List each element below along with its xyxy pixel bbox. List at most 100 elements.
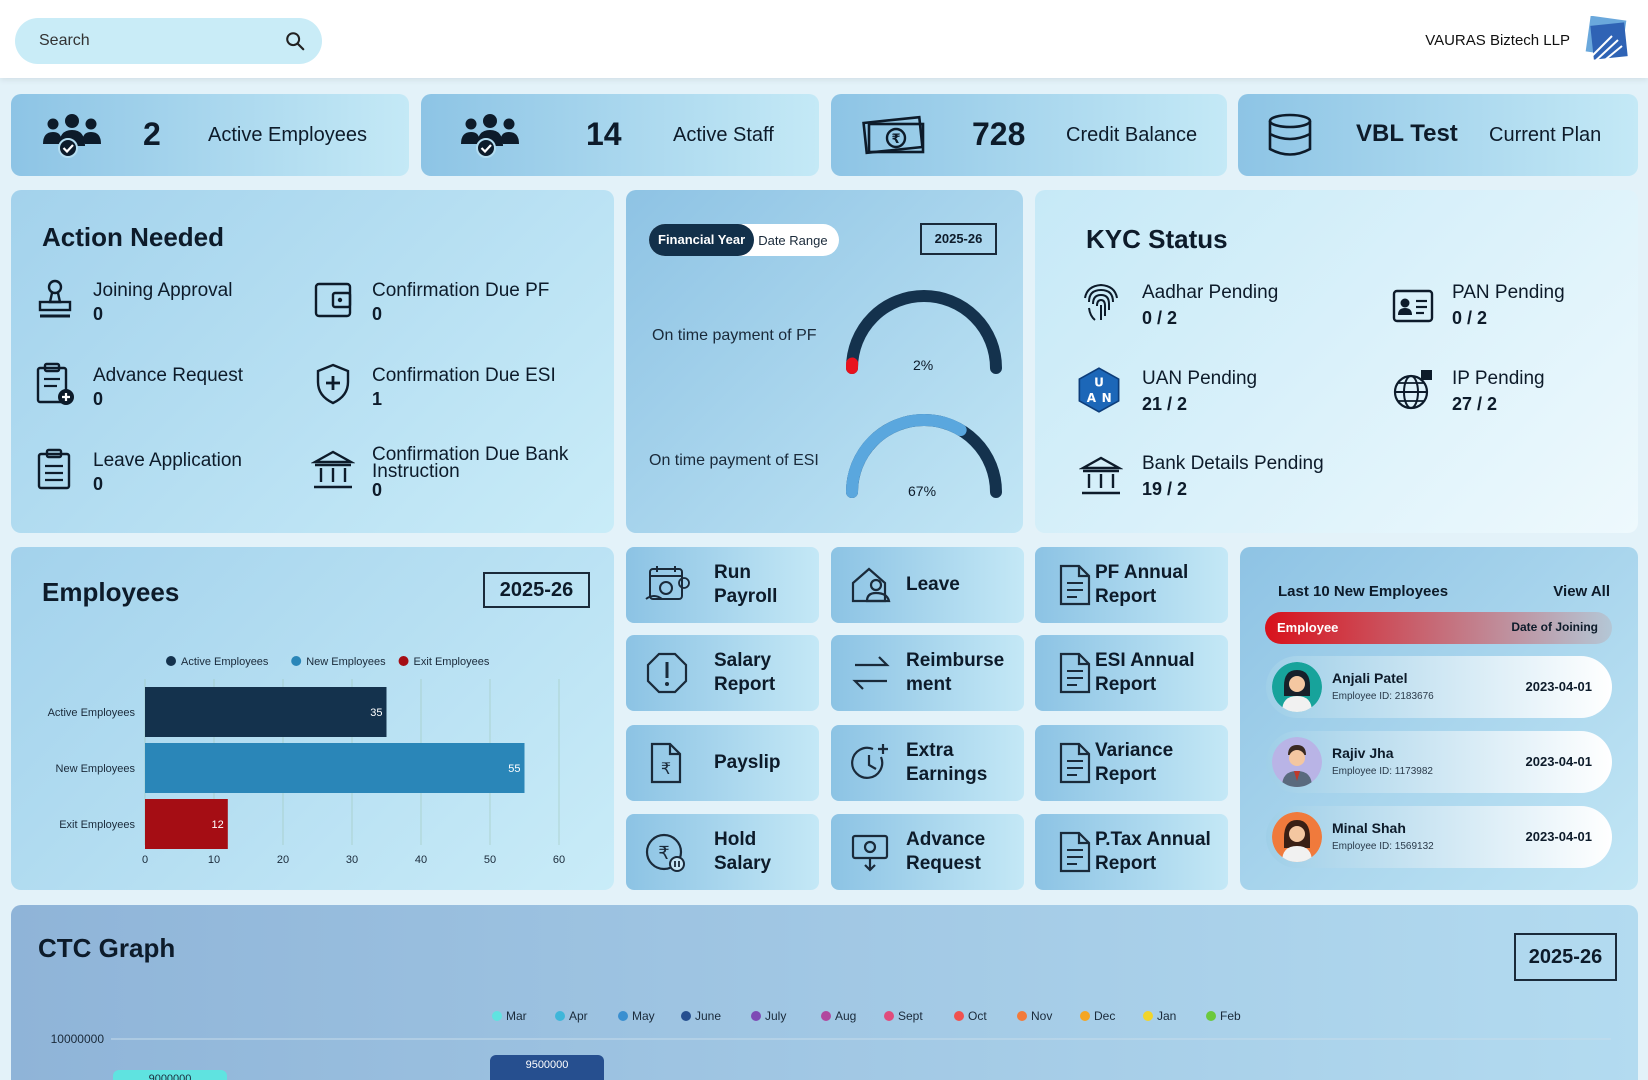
list-item[interactable]: Rajiv Jha Employee ID: 1173982 2023-04-0… <box>1266 731 1612 793</box>
home-user-icon <box>851 567 891 603</box>
legend-marker <box>618 1011 628 1021</box>
money-download-icon <box>851 834 889 872</box>
users-check-icon <box>43 114 101 158</box>
kyc-title: KYC Status <box>1086 224 1228 254</box>
quick-action-payslip[interactable]: ₹ Payslip <box>626 725 819 801</box>
avatar <box>1272 812 1322 862</box>
document-icon <box>1059 564 1091 606</box>
quick-action-pf-annual-report[interactable]: PF Annual Report <box>1035 547 1228 623</box>
action-label: Confirmation Due PF <box>372 280 550 301</box>
users-check-icon <box>461 114 519 158</box>
legend-marker <box>166 656 176 666</box>
stat-label: Credit Balance <box>1066 124 1198 146</box>
shield-plus-icon <box>316 363 350 405</box>
kyc-value: 27 / 2 <box>1452 394 1498 414</box>
legend-marker <box>1206 1011 1216 1021</box>
kyc-label: IP Pending <box>1452 368 1545 389</box>
quick-action-label: P.Tax Annual Report <box>1095 829 1211 874</box>
list-item[interactable]: Minal Shah Employee ID: 1569132 2023-04-… <box>1266 806 1612 868</box>
esi-gauge-label: On time payment of ESI <box>649 452 819 469</box>
search-box[interactable] <box>15 18 322 64</box>
x-tick-label: 20 <box>277 854 289 866</box>
top-bar: VAURAS Biztech LLP <box>0 0 1648 78</box>
action-count: 0 <box>93 389 104 409</box>
clipboard-list-icon <box>37 448 71 490</box>
stat-value: VBL Test <box>1356 120 1458 147</box>
quick-action-salary-report[interactable]: Salary Report <box>626 635 819 711</box>
column-date-of-joining: Date of Joining <box>1511 620 1598 634</box>
new-employees-title: Last 10 New Employees <box>1278 583 1449 600</box>
stat-card-active-staff[interactable]: 14 Active Staff <box>421 94 819 176</box>
legend-label: Oct <box>968 1009 987 1023</box>
id-card-icon <box>1392 289 1434 323</box>
action-label: Joining Approval <box>93 280 233 301</box>
wallet-icon <box>314 282 352 318</box>
search-input[interactable] <box>39 32 259 50</box>
svg-text:₹: ₹ <box>658 843 669 864</box>
toggle-date-range[interactable]: Date Range <box>754 233 831 248</box>
view-all-link[interactable]: View All <box>1553 583 1610 600</box>
quick-action-extra-earnings[interactable]: Extra Earnings <box>831 725 1024 801</box>
kyc-value: 21 / 2 <box>1142 394 1188 414</box>
legend-label: Exit Employees <box>414 656 490 668</box>
svg-text:A: A <box>1087 391 1097 405</box>
quick-action-reimbursement[interactable]: Reimburse ment <box>831 635 1024 711</box>
quick-action-esi-annual-report[interactable]: ESI Annual Report <box>1035 635 1228 711</box>
bar <box>145 687 387 737</box>
esi-gauge-percent: 67% <box>908 483 937 499</box>
stat-label: Current Plan <box>1489 124 1602 146</box>
payroll-icon <box>645 566 690 600</box>
x-tick-label: 60 <box>553 854 565 866</box>
x-tick-label: 30 <box>346 854 358 866</box>
gauge-year-select[interactable]: 2025-26 <box>920 223 997 255</box>
legend-label: Mar <box>506 1009 527 1023</box>
y-tick-label: 10000000 <box>51 1032 105 1046</box>
quick-action-variance-report[interactable]: Variance Report <box>1035 725 1228 801</box>
quick-action-advance-request[interactable]: Advance Request <box>831 814 1024 890</box>
legend-marker <box>1143 1011 1153 1021</box>
stat-value: 14 <box>586 116 622 152</box>
toggle-financial-year[interactable]: Financial Year <box>649 224 755 256</box>
employee-name: Anjali Patel <box>1332 670 1408 686</box>
quick-action-run-payroll[interactable]: Run Payroll <box>626 547 819 623</box>
clock-plus-icon <box>851 744 888 779</box>
stat-card-active-employees[interactable]: 2 Active Employees <box>11 94 409 176</box>
document-icon <box>1059 652 1091 694</box>
quick-action-hold-salary[interactable]: ₹ Hold Salary <box>626 814 819 890</box>
joining-date: 2023-04-01 <box>1525 754 1593 769</box>
period-toggle[interactable]: Financial Year Date Range <box>649 224 839 256</box>
y-category-label: Active Employees <box>48 707 136 719</box>
legend-marker <box>492 1011 502 1021</box>
quick-action-label: Hold Salary <box>714 829 772 874</box>
kyc-value: 19 / 2 <box>1142 479 1188 499</box>
list-item[interactable]: Anjali Patel Employee ID: 2183676 2023-0… <box>1266 656 1612 718</box>
stat-card-current-plan[interactable]: VBL Test Current Plan <box>1238 94 1638 176</box>
quick-action-label: Run Payroll <box>714 562 778 607</box>
stat-card-credit-balance[interactable]: ₹ 728 Credit Balance <box>831 94 1227 176</box>
search-icon[interactable] <box>284 30 306 52</box>
action-label: Leave Application <box>93 450 242 471</box>
quick-action-ptax-annual-report[interactable]: P.Tax Annual Report <box>1035 814 1228 890</box>
action-needed-panel: Action Needed Joining Approval 0 Confirm… <box>11 190 614 533</box>
quick-action-label: Reimburse ment <box>906 650 1005 695</box>
employee-name: Rajiv Jha <box>1332 745 1394 761</box>
legend-marker <box>1017 1011 1027 1021</box>
company-logo <box>1585 16 1628 65</box>
legend-label: Aug <box>835 1009 856 1023</box>
bar-value-label: 35 <box>370 707 382 719</box>
quick-action-leave[interactable]: Leave <box>831 547 1024 623</box>
stat-label: Active Employees <box>208 124 367 146</box>
document-icon <box>1059 831 1091 873</box>
quick-action-label: Leave <box>906 574 960 595</box>
kyc-value: 0 / 2 <box>1452 308 1488 328</box>
action-count: 0 <box>372 480 383 500</box>
ctc-bar-chart: Mar Apr May June July Aug Sept Oct Nov Dec Jan Feb 1… <box>51 1009 1611 1080</box>
bank-icon <box>1079 456 1123 495</box>
legend-label: July <box>765 1009 786 1023</box>
legend-label: Sept <box>898 1009 923 1023</box>
kyc-label: Bank Details Pending <box>1142 453 1324 474</box>
bar <box>145 743 525 793</box>
stat-value: 2 <box>143 116 161 152</box>
legend-marker <box>954 1011 964 1021</box>
svg-text:₹: ₹ <box>661 759 671 778</box>
